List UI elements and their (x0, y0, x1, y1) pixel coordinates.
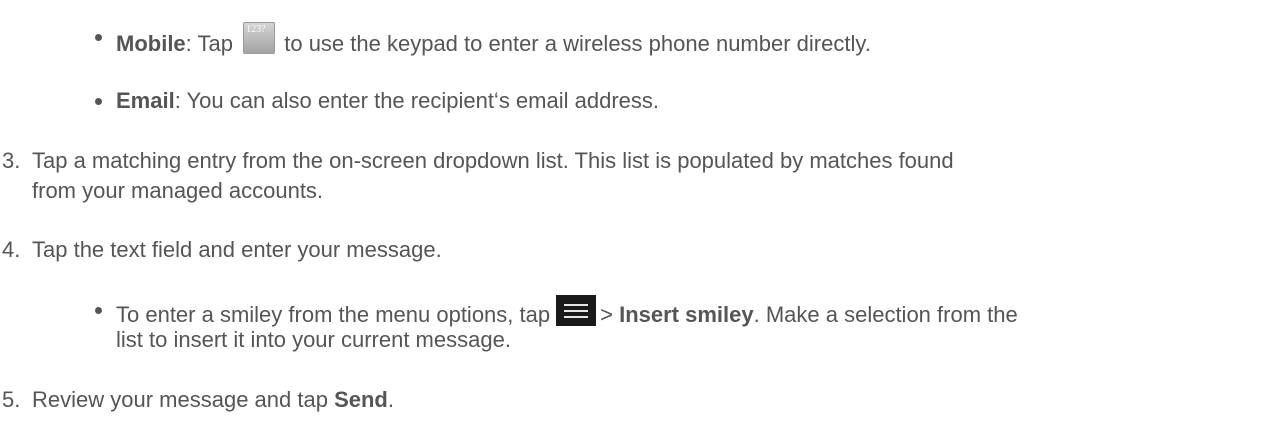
step3-line1: Tap a matching entry from the on-screen … (32, 148, 954, 173)
step5-pre: Review your message and tap (32, 387, 328, 412)
menu-icon (556, 295, 597, 326)
step4-number: 4. (2, 237, 21, 262)
mobile-post: to use the keypad to enter a wireless ph… (284, 31, 871, 56)
smiley-post: . Make a selection from the (753, 302, 1018, 327)
step5-post: . (387, 387, 394, 412)
step3-line2: from your managed accounts. (32, 178, 324, 203)
email-term: Email (116, 88, 175, 113)
bullet-email (95, 98, 102, 105)
insert-smiley-option: Insert smiley (619, 302, 754, 327)
step3-number: 3. (2, 148, 21, 173)
mobile-item: Mobile: Tap 123? to use the keypad to en… (116, 22, 871, 59)
bullet-mobile (95, 34, 102, 41)
mobile-term: Mobile (116, 31, 186, 56)
smiley-pre: To enter a smiley from the menu options,… (116, 302, 551, 327)
smiley-sep: > (600, 302, 613, 327)
mobile-pre: : Tap (185, 31, 233, 56)
email-post: : You can also enter the recipient‘s ema… (174, 88, 659, 113)
keypad-icon: 123? (243, 22, 276, 54)
email-item: Email: You can also enter the recipient‘… (116, 86, 659, 116)
step5-number: 5. (2, 387, 21, 412)
smiley-line2: list to insert it into your current mess… (116, 327, 511, 352)
keypad-icon-label: 123? (246, 24, 266, 35)
step5-item: Review your message and tap Send. (32, 385, 394, 415)
step4-text: Tap the text field and enter your messag… (32, 237, 442, 262)
send-label: Send (334, 387, 388, 412)
bullet-smiley (95, 307, 102, 314)
